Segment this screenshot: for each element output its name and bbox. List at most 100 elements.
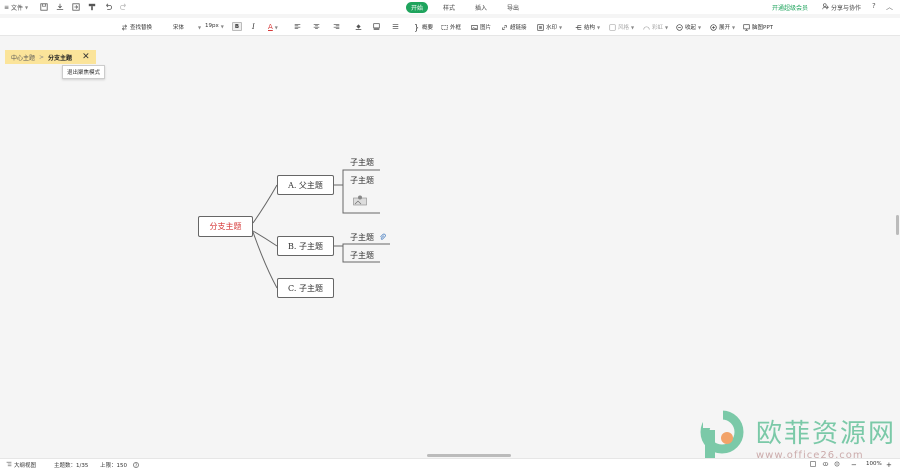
chevron-down-icon: ▼ [198, 24, 202, 30]
branch-b-label: B. 子主题 [288, 241, 323, 251]
fill-color-button[interactable] [355, 23, 362, 30]
align-left-icon [294, 23, 301, 30]
watermark-label: 水印 [546, 25, 558, 31]
breadcrumb-root[interactable]: 中心主题 [11, 53, 35, 62]
line-style-button[interactable] [392, 23, 399, 30]
undo-icon[interactable] [104, 3, 113, 11]
share-button[interactable]: 分享与协作 [822, 3, 861, 12]
line-style-icon [392, 23, 399, 30]
find-replace-button[interactable]: 查找替换 [121, 23, 152, 31]
focus-breadcrumb: 中心主题 > 分支主题 ✕ [5, 50, 96, 64]
layout-label: 结构 [584, 25, 596, 31]
redo-icon[interactable] [120, 3, 128, 11]
export-icon[interactable] [72, 3, 80, 11]
style-icon [609, 23, 616, 31]
tab-insert[interactable]: 插入 [470, 2, 492, 13]
collapse-button[interactable]: 收起 ▼ [676, 23, 701, 31]
bold-label: B [232, 22, 242, 31]
align-left-button[interactable] [294, 23, 301, 30]
hyperlink-button[interactable]: 超链接 [501, 23, 527, 31]
minus-circle-icon [676, 23, 683, 31]
align-center-icon [313, 23, 320, 30]
font-color-button[interactable]: A ▼ [268, 23, 278, 31]
bold-button[interactable]: B [232, 22, 242, 31]
tab-style[interactable]: 样式 [438, 2, 460, 13]
vertical-scrollbar[interactable] [896, 215, 899, 235]
image-button[interactable]: 图片 [471, 23, 491, 31]
status-bar: 大纲视图 主题数：1/35 上限：150 ? − 100% + [0, 458, 900, 469]
paperclip-icon[interactable] [379, 233, 386, 243]
leaf-topic[interactable]: 子主题 [350, 250, 374, 261]
horizontal-scrollbar[interactable] [427, 454, 511, 457]
tab-export[interactable]: 导出 [502, 2, 524, 13]
leaf-topic[interactable]: 子主题 [350, 175, 374, 186]
brace-icon: } [413, 22, 420, 32]
leaf-topic[interactable]: 子主题 [350, 157, 374, 168]
chevron-down-icon: ▼ [631, 24, 635, 30]
save-icon[interactable] [40, 3, 48, 11]
mindmap-connectors [252, 169, 390, 289]
help-icon[interactable]: ? [872, 2, 876, 10]
layout-button[interactable]: 结构 ▼ [575, 23, 600, 31]
locate-icon[interactable] [834, 461, 840, 467]
file-menu[interactable]: ≡ 文件 ▼ [4, 3, 28, 12]
topic-limit-label: 上限：150 [100, 463, 127, 469]
align-right-button[interactable] [333, 23, 340, 30]
summary-label: 概要 [422, 25, 434, 31]
zoom-out-button[interactable]: − [851, 461, 857, 469]
summary-button[interactable]: } 概要 [413, 22, 434, 32]
font-family-value: 宋体 [173, 25, 185, 31]
watermark-chinese-text: 欧菲资源网 [756, 418, 897, 449]
ribbon-toolbar: 查找替换 宋体 ▼ 19px ▼ B I A ▼ } 概要 外框 图片 超链接 … [0, 18, 900, 36]
font-size-select[interactable]: 19px ▼ [205, 23, 224, 29]
watermark-logo-icon [700, 408, 750, 465]
download-icon[interactable] [56, 3, 64, 11]
branch-node-b[interactable]: B. 子主题 [277, 236, 334, 256]
branch-node-c[interactable]: C. 子主题 [277, 278, 334, 298]
italic-button[interactable]: I [252, 23, 255, 31]
vip-link[interactable]: 开通超级会员 [772, 3, 808, 12]
tab-start[interactable]: 开始 [406, 2, 429, 13]
close-icon[interactable]: ✕ [82, 52, 90, 62]
topic-count: 主题数：1/35 [54, 463, 89, 469]
outline-view-label: 大纲视图 [14, 463, 37, 469]
eye-icon[interactable] [822, 461, 829, 467]
topic-limit: 上限：150 ? [100, 461, 139, 469]
style-button[interactable]: 风格 ▼ [609, 23, 634, 31]
rainbow-button[interactable]: 彩虹 ▼ [643, 23, 668, 31]
chevron-right-icon: > [39, 53, 45, 61]
fit-screen-icon[interactable] [810, 461, 816, 467]
collapse-ribbon-icon[interactable]: ︿ [886, 2, 893, 12]
mindmap-canvas[interactable]: 分支主题 A. 父主题 B. 子主题 C. 子主题 子主题 子主题 子主题 子主… [0, 36, 900, 456]
branch-node-a[interactable]: A. 父主题 [277, 175, 334, 195]
chevron-down-icon: ▼ [220, 23, 224, 29]
outer-frame-button[interactable]: 外框 [441, 23, 461, 31]
expand-button[interactable]: 展开 ▼ [710, 23, 735, 31]
leaf-topic[interactable]: 子主题 [350, 232, 374, 243]
align-center-button[interactable] [313, 23, 320, 30]
attachment-image-icon[interactable] [353, 194, 367, 208]
connector-root-b [252, 230, 278, 247]
connector-b-1 [334, 243, 390, 247]
mindmap-ppt-button[interactable]: 脑图PPT [743, 23, 773, 31]
file-menu-label: 文件 [11, 4, 24, 12]
zoom-in-button[interactable]: + [886, 461, 892, 469]
expand-label: 展开 [719, 25, 731, 31]
watermark-button[interactable]: 水印 ▼ [537, 23, 562, 31]
top-bar: ≡ 文件 ▼ 开始 样式 插入 导出 开通超级会员 分享与协作 ? ︿ [0, 0, 900, 14]
image-label: 图片 [480, 25, 492, 31]
connector-root-c [252, 231, 278, 289]
find-replace-label: 查找替换 [130, 25, 153, 31]
help-circle-icon[interactable]: ? [133, 462, 139, 468]
frame-icon [441, 24, 448, 31]
link-icon [501, 24, 508, 31]
branch-a-label: A. 父主题 [288, 180, 323, 190]
root-topic-node[interactable]: 分支主题 [198, 216, 253, 237]
structure-icon [575, 24, 582, 31]
paint-bucket-icon [355, 23, 362, 30]
align-right-icon [333, 23, 340, 30]
font-family-select[interactable]: 宋体 ▼ [173, 23, 202, 32]
border-style-button[interactable] [373, 23, 380, 30]
outline-view-button[interactable]: 大纲视图 [6, 461, 36, 469]
format-painter-icon[interactable] [88, 3, 96, 11]
